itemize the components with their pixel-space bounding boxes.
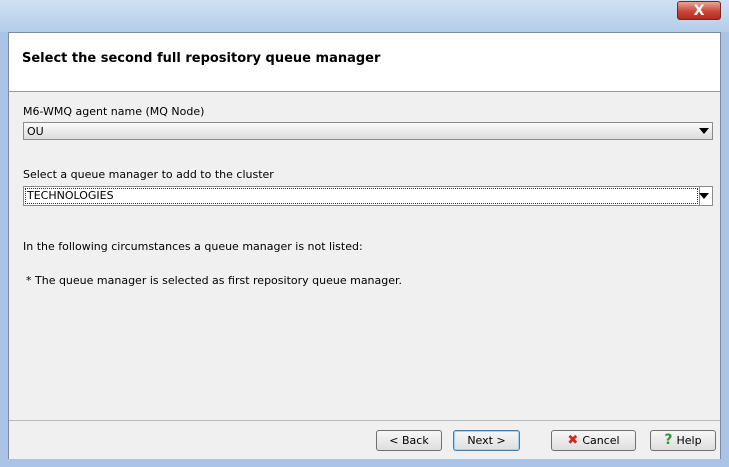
wizard-header: Select the second full repository queue … [9, 33, 720, 92]
next-button[interactable]: Next > [453, 430, 520, 451]
help-button-label: Help [676, 434, 702, 447]
page-title: Select the second full repository queue … [22, 51, 381, 66]
title-bar: X [0, 0, 729, 32]
queue-manager-label: Select a queue manager to add to the clu… [23, 168, 274, 181]
queue-manager-select[interactable]: TECHNOLOGIES [23, 186, 713, 206]
wizard-footer: < Back Next > ✖ Cancel ? Help [9, 420, 720, 459]
wizard-body: M6-WMQ agent name (MQ Node) OU Select a … [9, 92, 720, 420]
wizard-dialog: Select the second full repository queue … [8, 32, 721, 459]
agent-name-label: M6-WMQ agent name (MQ Node) [23, 105, 205, 118]
chevron-down-icon[interactable] [699, 128, 709, 134]
focus-outline [25, 188, 698, 204]
window-close-button[interactable]: X [677, 1, 721, 20]
agent-name-value: OU [27, 125, 44, 138]
note-intro-text: In the following circumstances a queue m… [23, 240, 363, 253]
cancel-button-label: Cancel [582, 434, 620, 447]
agent-name-select[interactable]: OU [23, 122, 713, 140]
cancel-x-icon: ✖ [567, 433, 579, 448]
note-item-text: * The queue manager is selected as first… [26, 274, 403, 287]
back-button[interactable]: < Back [376, 430, 442, 451]
help-button[interactable]: ? Help [650, 430, 716, 451]
chevron-down-icon[interactable] [699, 193, 709, 199]
cancel-button[interactable]: ✖ Cancel [551, 430, 636, 451]
queue-manager-value: TECHNOLOGIES [27, 189, 114, 202]
help-question-icon: ? [664, 432, 673, 448]
